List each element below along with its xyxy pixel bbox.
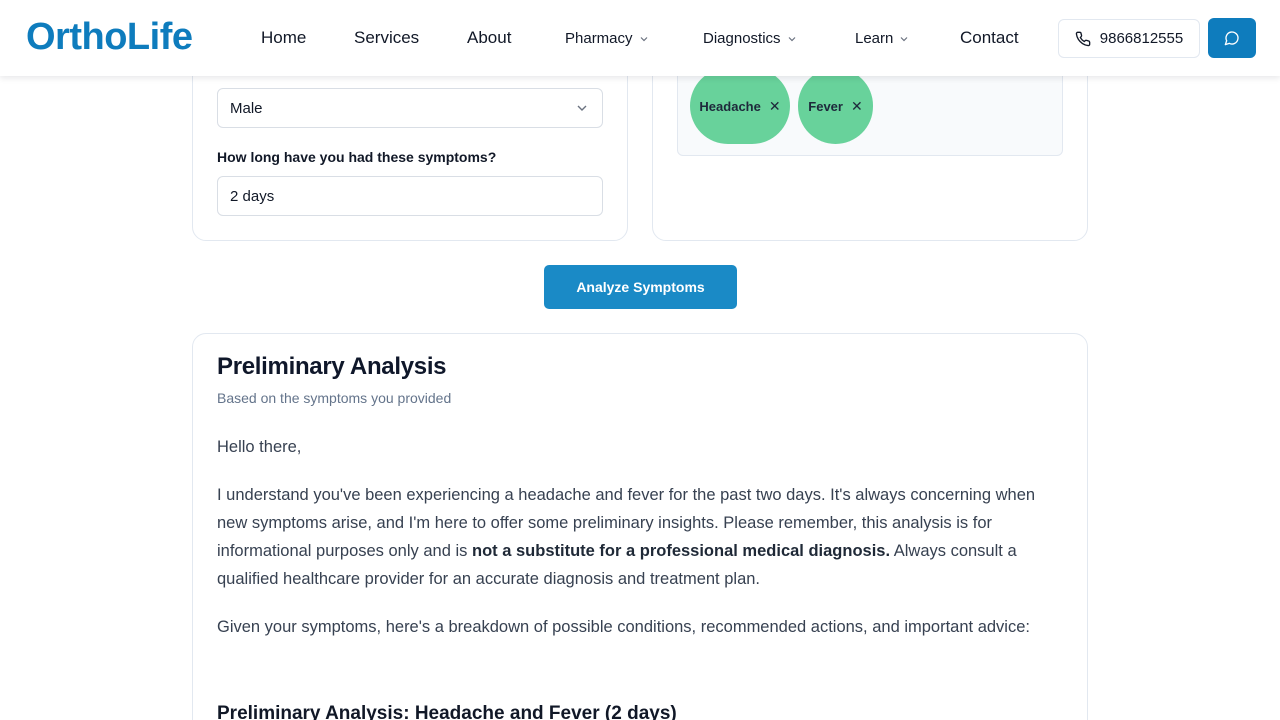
symptom-tag-label: Headache <box>699 98 761 114</box>
chevron-down-icon <box>788 36 795 41</box>
gender-select-value: Male <box>230 99 263 117</box>
nav-label: Contact <box>960 28 1019 47</box>
nav-label: Learn <box>855 30 894 47</box>
close-icon[interactable]: ✕ <box>769 98 781 115</box>
analysis-title: Preliminary Analysis <box>217 353 447 380</box>
disclaimer-bold: not a substitute for a professional medi… <box>471 542 891 560</box>
nav-label: About <box>467 28 512 47</box>
chevron-down-icon <box>577 105 587 111</box>
duration-input[interactable] <box>217 176 603 216</box>
analyze-symptoms-button[interactable]: Analyze Symptoms <box>544 265 737 309</box>
nav-label: Home <box>261 28 307 47</box>
symptom-tag-fever: Fever ✕ <box>798 68 873 144</box>
phone-icon <box>1075 31 1091 46</box>
ortholife-logo[interactable]: OrthoLife <box>26 17 193 57</box>
section-heading: Preliminary Analysis: Headache and Fever… <box>217 703 677 720</box>
greeting-text: Hello there, <box>217 438 302 456</box>
nav-label: Pharmacy <box>565 30 633 47</box>
nav-pharmacy[interactable]: Pharmacy <box>565 30 649 47</box>
chevron-down-icon <box>640 36 647 41</box>
nav-label: Services <box>354 28 420 47</box>
nav-home[interactable]: Home <box>261 28 306 48</box>
chevron-down-icon <box>900 36 908 41</box>
nav-label: Diagnostics <box>703 30 781 47</box>
symptom-tag-label: Fever <box>808 98 843 114</box>
symptom-tag-headache: Headache ✕ <box>690 68 790 144</box>
breakdown-paragraph: Given your symptoms, here's a breakdown … <box>217 618 1030 636</box>
analysis-subtitle: Based on the symptoms you provided <box>217 390 452 406</box>
nav-diagnostics[interactable]: Diagnostics <box>703 30 797 47</box>
nav-services[interactable]: Services <box>354 28 419 48</box>
duration-label: How long have you had these symptoms? <box>217 149 497 165</box>
nav-contact[interactable]: Contact <box>960 28 1019 48</box>
intro-paragraph: I understand you've been experiencing a … <box>217 481 1063 593</box>
gender-select[interactable]: Male <box>217 88 603 128</box>
nav-learn[interactable]: Learn <box>855 30 909 47</box>
phone-number: 9866812555 <box>1099 30 1184 47</box>
site-header: OrthoLife Home Services About Pharmacy D… <box>0 0 1280 76</box>
chat-button[interactable] <box>1208 18 1256 58</box>
chat-icon <box>1224 31 1239 46</box>
close-icon[interactable]: ✕ <box>851 98 863 115</box>
nav-about[interactable]: About <box>467 28 511 48</box>
phone-button[interactable]: 9866812555 <box>1058 19 1200 58</box>
